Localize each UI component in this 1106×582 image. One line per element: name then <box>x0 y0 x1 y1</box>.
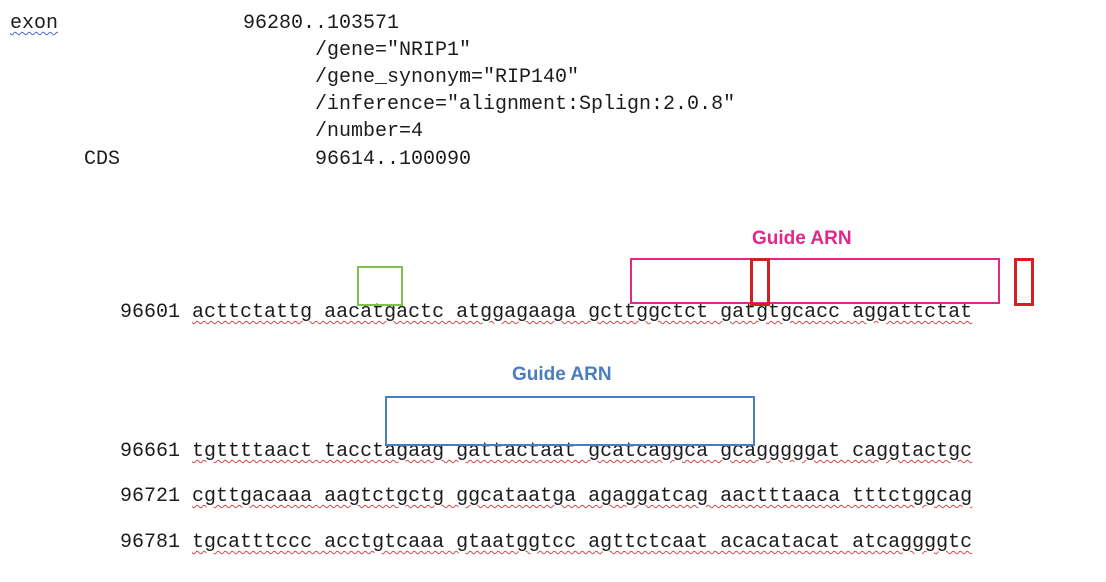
cds-location: 96614..100090 <box>315 148 472 171</box>
qualifier-number: /number=4 <box>315 120 424 143</box>
guide-arn-box-1 <box>630 258 1000 304</box>
cds-key: CDS <box>84 148 121 171</box>
qualifier-gene-synonym: /gene_synonym="RIP140" <box>315 66 580 89</box>
guide-arn-box-2 <box>385 396 755 446</box>
sequence-position: 96601 <box>120 301 181 324</box>
guide-arn-label-1: Guide ARN <box>752 228 852 249</box>
exon-key: exon <box>10 12 59 35</box>
mutation-box-2 <box>1014 258 1034 306</box>
sequence-position: 96781 <box>120 531 181 554</box>
qualifier-inference: /inference="alignment:Splign:2.0.8" <box>315 93 736 116</box>
sequence-bases: tgcatttccc acctgtcaaa gtaatggtcc agttctc… <box>192 531 973 554</box>
sequence-bases: acttctattg aacatgactc atggagaaga gcttggc… <box>192 301 973 324</box>
sequence-line: 96781 tgcatttccc acctgtcaaa gtaatggtcc a… <box>72 504 972 582</box>
exon-location: 96280..103571 <box>243 12 400 35</box>
start-codon-box <box>357 266 403 306</box>
qualifier-gene: /gene="NRIP1" <box>315 39 472 62</box>
mutation-box-1 <box>750 258 770 306</box>
guide-arn-label-2: Guide ARN <box>512 364 612 385</box>
